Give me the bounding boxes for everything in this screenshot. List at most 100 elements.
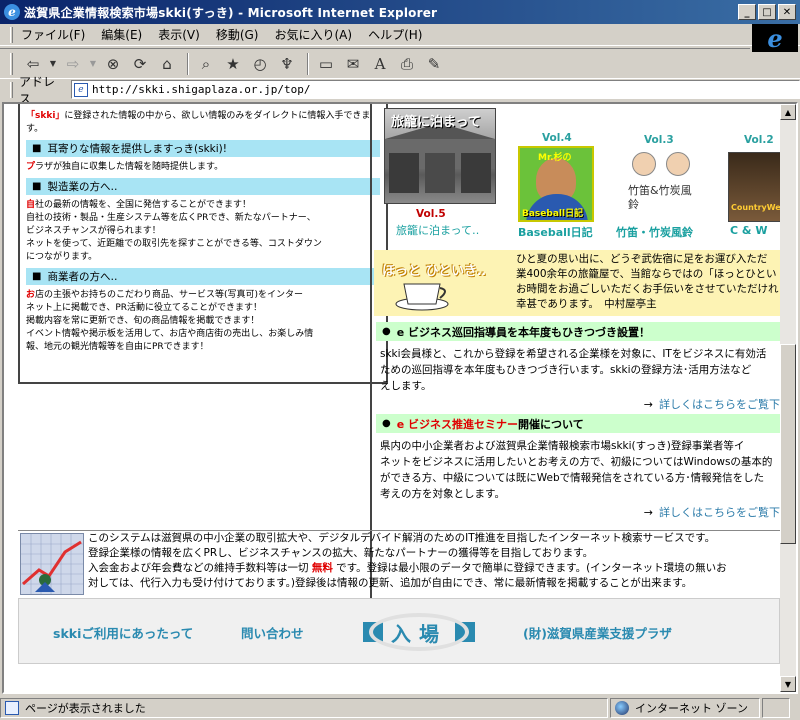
font-size-icon[interactable]: A (368, 52, 392, 76)
refresh-icon[interactable]: ⟳ (128, 52, 152, 76)
window-title: 滋賀県企業情報検索市場skki(すっき) - Microsoft Interne… (24, 5, 438, 20)
print-icon[interactable]: ⎙ (395, 52, 419, 76)
feature-caption[interactable]: C & W (730, 224, 767, 237)
resize-grip[interactable] (762, 698, 790, 718)
news-body-advisor: skki会員様と、これから登録を希望される企業様を対象に、ITをビジネスに有効活… (380, 346, 780, 394)
feature-caption[interactable]: Baseball日記 (518, 224, 593, 240)
mail-icon[interactable]: ✉ (341, 52, 365, 76)
hotto-logo[interactable]: ほっと ひといき‥ (378, 254, 508, 312)
feature-image-vol2[interactable]: CountryWest (728, 152, 780, 222)
section-line: ラザが独自に収集した情報を随時提供します。 (35, 162, 224, 172)
stop-icon[interactable]: ⊗ (101, 52, 125, 76)
status-message-cell: ページが表示されました (0, 698, 608, 718)
history-icon[interactable]: ◴ (248, 52, 272, 76)
maximize-button[interactable]: □ (758, 4, 776, 20)
addressbar-grip[interactable] (10, 81, 13, 98)
section-heading-label: 耳寄りな情報を提供しますっき(skki)! (47, 143, 227, 155)
news-link-seminar[interactable]: → 詳しくはこちらをご覧下 (644, 504, 780, 520)
feature-image-text: CountryWest (731, 203, 780, 212)
section-line: 社の最新の情報を、全国に発信することができます！ (35, 200, 252, 210)
news-line: 県内の中小企業者および滋賀県企業情報検索市場skki(すっき)登録事業者等イ (380, 440, 745, 452)
standard-toolbar: ⇦ ▼ ⇨ ▼ ⊗ ⟳ ⌂ ⌕ ★ ◴ ♆ ▭ ✉ A ⎙ ✎ (0, 48, 750, 78)
free-badge: 無料 (311, 562, 333, 574)
hotto-logo-text: ほっと ひといき‥ (382, 264, 486, 279)
square-bullet-icon: ■ (32, 181, 42, 192)
forward-dropdown-icon[interactable]: ▼ (88, 52, 98, 76)
news-link-advisor[interactable]: → 詳しくはこちらをご覧下 (644, 396, 780, 412)
org-link[interactable]: (財)滋賀県産業支援プラザ (523, 623, 672, 642)
news-line: えします。 (380, 380, 432, 392)
news-title-highlight[interactable]: e ビジネス推進セミナー (397, 416, 518, 432)
news-line: 考えの方を対象とします。 (380, 488, 505, 500)
menu-file[interactable]: ファイル(F) (21, 26, 85, 43)
status-bar: ページが表示されました インターネット ゾーン (0, 696, 800, 720)
favorites-icon[interactable]: ★ (221, 52, 245, 76)
ie-app-icon[interactable]: e (4, 4, 20, 20)
description-fee-text: 入会金および年会費などの維持手数料等は一切 (88, 562, 312, 574)
description-fee-text-cont: です。登録は最小限のデータで簡単に登録できます。(インターネット環境の無いお (332, 562, 727, 574)
usage-guide-link[interactable]: skkiご利用にあったって (53, 623, 193, 642)
menu-favorites[interactable]: お気に入り(A) (274, 26, 352, 43)
enter-label[interactable]: 入場 (391, 618, 447, 647)
circle-bullet-icon: ● (382, 418, 391, 429)
toolbar-grip[interactable] (10, 52, 13, 75)
fullscreen-icon[interactable]: ▭ (314, 52, 338, 76)
section-body-manufacturer: 自社の最新の情報を、全国に発信することができます！ 自社の技術・製品・生産システ… (26, 199, 380, 264)
feature-caption[interactable]: 竹笛・竹炭風鈴 (616, 224, 693, 240)
description-line: 入会金および年会費などの維持手数料等は一切 無料 です。登録は最小限のデータで簡… (88, 561, 788, 576)
feature-image-subtext: Mr.杉の (538, 153, 572, 163)
hotto-line: ひと夏の思い出に、どうぞ武佐宿に足をお運び入ただ (516, 253, 768, 265)
scroll-thumb[interactable] (780, 344, 796, 544)
hotto-line: 業400余年の旅籠屋で、当館ならではの「ほっとひとい (516, 268, 777, 280)
edit-icon[interactable]: ✎ (422, 52, 446, 76)
menu-view[interactable]: 表示(V) (158, 26, 200, 43)
news-title: e ビジネス巡回指導員を本年度もひきつづき設置！ (396, 325, 651, 339)
section-body-merchant: お店の主張やお持ちのこだわり商品、サービス等(写真可)をインター ネット上に掲載… (26, 289, 380, 354)
feature-image-vol4[interactable]: Mr.杉の Baseball日記 (518, 146, 594, 222)
hotto-line: お時間をお過ごしいただくお手伝いをさせていただけれ (516, 283, 779, 295)
hotto-message: ひと夏の思い出に、どうぞ武佐宿に足をお運び入ただ 業400余年の旅籠屋で、当館な… (516, 252, 780, 312)
address-bar: アドレス e http://skki.shigaplaza.or.jp/top/ (0, 75, 800, 106)
section-heading-merchant: ■ 商業者の方へ‥ (26, 268, 380, 285)
description-text: このシステムは滋賀県の中小企業の取引拡大や、デジタルデバイド解消のためのIT推進… (88, 531, 788, 591)
section-body-info: プラザが独自に収集した情報を随時提供します。 (26, 161, 380, 174)
feature-vol-label: Vol.4 (542, 132, 572, 144)
menubar-grip[interactable] (10, 26, 13, 43)
title-bar: e 滋賀県企業情報検索市場skki(すっき) - Microsoft Inter… (0, 0, 800, 24)
enter-button[interactable]: 入場 (349, 613, 489, 651)
section-heading-manufacturer: ■ 製造業の方へ‥ (26, 178, 380, 195)
scroll-up-icon[interactable]: ▲ (780, 104, 796, 120)
home-icon[interactable]: ⌂ (155, 52, 179, 76)
feature-image-text: 竹笛&竹炭風鈴 (628, 184, 692, 211)
feature-vol-label: Vol.2 (744, 134, 774, 146)
feature-image-vol3[interactable]: 竹笛&竹炭風鈴 (624, 148, 698, 222)
menu-help[interactable]: ヘルプ(H) (368, 26, 422, 43)
menu-go[interactable]: 移動(G) (216, 26, 259, 43)
news-line: ネットをビジネスに活用したいとお考えの方で、初級についてはWindowsの基本的 (380, 456, 773, 468)
minimize-button[interactable]: _ (738, 4, 756, 20)
square-bullet-icon: ■ (32, 143, 42, 154)
page-content: 「skki」に登録された情報の中から、欲しい情報のみをダイレクトに情報入手できま… (4, 104, 780, 692)
arrow-right-icon: → (643, 506, 653, 519)
search-icon[interactable]: ⌕ (194, 52, 218, 76)
character-icon (666, 152, 690, 176)
news-link-label[interactable]: 詳しくはこちらをご覧下 (659, 506, 780, 519)
section-lead-char: お (26, 290, 36, 300)
scroll-down-icon[interactable]: ▼ (780, 676, 796, 692)
section-line: 報、地元の観光情報等を自由にPRできます！ (26, 342, 209, 352)
news-link-label[interactable]: 詳しくはこちらをご覧下 (659, 398, 780, 411)
vertical-scrollbar[interactable]: ▲ ▼ (780, 104, 796, 692)
contact-link[interactable]: 問い合わせ (241, 623, 304, 642)
address-input[interactable]: e http://skki.shigaplaza.or.jp/top/ (70, 80, 800, 99)
character-icon (632, 152, 656, 176)
description-line: 対しては、代行入力も受け付けております。)登録後は情報の更新、追加が自由にでき、… (88, 577, 693, 589)
menu-edit[interactable]: 編集(E) (101, 26, 142, 43)
feature-caption[interactable]: 旅籠に泊まって‥ (396, 222, 479, 238)
section-line: ネット上に掲載でき、PR活動に役立てることができます！ (26, 303, 263, 313)
channels-icon[interactable]: ♆ (275, 52, 299, 76)
address-url[interactable]: http://skki.shigaplaza.or.jp/top/ (92, 83, 311, 96)
feature-image-vol5[interactable]: 旅籠に泊まって (384, 108, 496, 204)
status-zone-cell: インターネット ゾーン (610, 698, 760, 718)
close-button[interactable]: ✕ (778, 4, 796, 20)
circle-bullet-icon: ● (382, 326, 391, 337)
